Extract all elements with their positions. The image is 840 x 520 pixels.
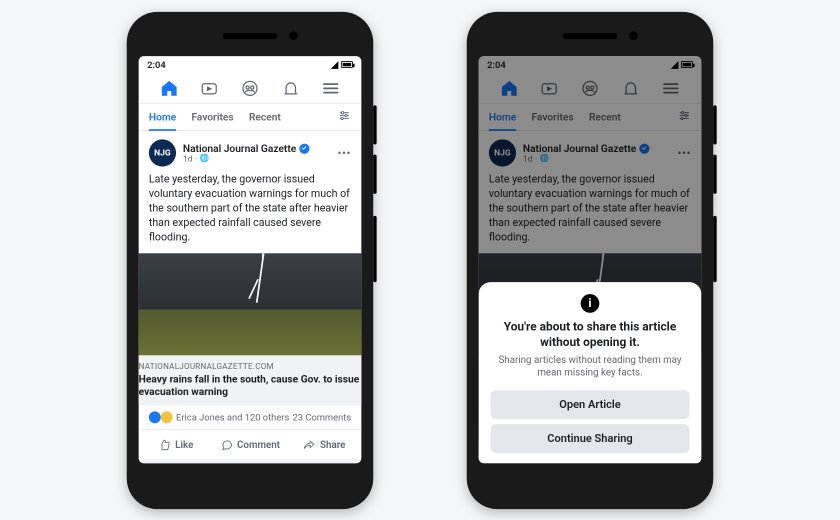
power-button	[373, 215, 376, 281]
post-menu-button[interactable]: •••	[338, 147, 352, 159]
sheet-subtitle: Sharing articles without reading them ma…	[491, 353, 690, 379]
like-reaction-icon	[149, 411, 161, 423]
verified-icon	[300, 143, 310, 153]
speaker-slot	[223, 33, 277, 39]
volume-down-button	[713, 154, 716, 193]
post-meta: 1d · 🌐	[183, 154, 338, 163]
wow-reaction-icon	[161, 411, 173, 423]
audience-icon: 🌐	[200, 154, 210, 163]
share-icon	[303, 438, 316, 451]
bell-icon	[281, 78, 300, 97]
link-title: Heavy rains fall in the south, cause Gov…	[139, 373, 362, 399]
page-avatar[interactable]: NJG	[149, 139, 176, 166]
link-domain: NATIONALJOURNALGAZETTE.COM	[139, 362, 362, 371]
info-icon: i	[581, 293, 600, 312]
share-label: Share	[320, 438, 345, 450]
tab-home[interactable]: Home	[149, 103, 176, 129]
volume-down-button	[373, 154, 376, 193]
front-camera	[289, 31, 298, 40]
post: NJG National Journal Gazette 1d · 🌐 •••	[139, 130, 362, 244]
tab-favorites[interactable]: Favorites	[191, 103, 233, 129]
nav-notifications[interactable]	[270, 78, 310, 97]
post-header: NJG National Journal Gazette 1d · 🌐 •••	[149, 139, 351, 166]
sliders-icon	[338, 108, 352, 122]
nav-groups[interactable]	[230, 78, 270, 97]
top-nav	[139, 73, 362, 104]
video-icon	[200, 78, 219, 97]
stage: 2:04	[0, 0, 840, 520]
menu-icon	[323, 82, 338, 92]
groups-icon	[241, 78, 260, 97]
reactions-text: Erica Jones and 120 others	[176, 412, 289, 423]
feed-settings-button[interactable]	[338, 108, 352, 124]
comments-count[interactable]: 23 Comments	[292, 412, 351, 423]
screen: 2:04	[139, 56, 362, 463]
link-preview[interactable]: NATIONALJOURNALGAZETTE.COM Heavy rains f…	[139, 253, 362, 405]
home-icon	[160, 78, 179, 97]
post-body: Late yesterday, the governor issued volu…	[149, 173, 351, 245]
phone-left: 2:04	[127, 11, 374, 508]
post-age: 1d	[183, 154, 193, 163]
tab-recent[interactable]: Recent	[249, 103, 281, 129]
share-confirm-sheet: i You're about to share this article wit…	[479, 281, 702, 462]
thumb-up-icon	[158, 438, 171, 451]
comment-icon	[220, 438, 233, 451]
phone-right: 2:04	[467, 11, 714, 508]
status-bar: 2:04	[139, 56, 362, 73]
open-article-button[interactable]: Open Article	[491, 390, 690, 419]
feed-subtabs: Home Favorites Recent	[139, 103, 362, 130]
volume-up-button	[373, 105, 376, 144]
post-action-bar: Like Comment Share	[139, 429, 362, 463]
nav-watch[interactable]	[189, 78, 229, 97]
nav-menu[interactable]	[311, 82, 351, 92]
reactions-row[interactable]: Erica Jones and 120 others 23 Comments	[139, 405, 362, 429]
link-text-card: NATIONALJOURNALGAZETTE.COM Heavy rains f…	[139, 355, 362, 405]
continue-sharing-button[interactable]: Continue Sharing	[491, 424, 690, 453]
like-label: Like	[175, 438, 193, 450]
speaker-slot	[563, 33, 617, 39]
screen: 2:04	[479, 56, 702, 463]
page-name-row[interactable]: National Journal Gazette	[183, 142, 338, 154]
link-image	[139, 253, 362, 355]
status-right	[331, 60, 353, 68]
like-button[interactable]: Like	[139, 430, 213, 459]
power-button	[713, 215, 716, 281]
signal-icon	[331, 60, 339, 68]
clock: 2:04	[147, 59, 166, 70]
battery-icon	[341, 61, 353, 68]
share-button[interactable]: Share	[287, 430, 361, 459]
sheet-title: You're about to share this article witho…	[491, 319, 690, 350]
page-name: National Journal Gazette	[183, 142, 296, 154]
comment-label: Comment	[237, 438, 280, 450]
volume-up-button	[713, 105, 716, 144]
nav-home[interactable]	[149, 78, 189, 97]
front-camera	[629, 31, 638, 40]
comment-button[interactable]: Comment	[213, 430, 287, 459]
